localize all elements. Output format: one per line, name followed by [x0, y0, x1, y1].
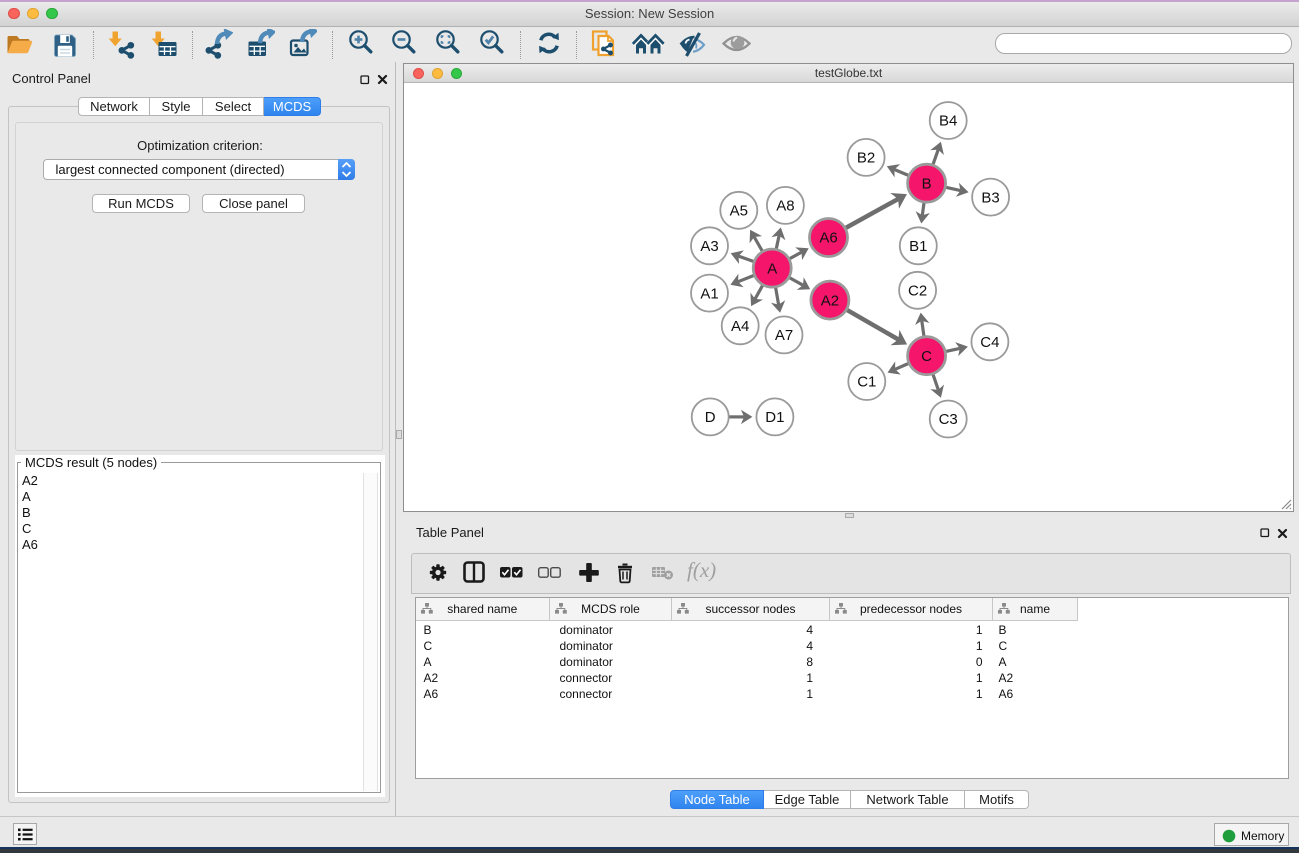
svg-text:B2: B2	[857, 150, 875, 167]
svg-text:C4: C4	[980, 334, 999, 351]
svg-text:D1: D1	[765, 409, 784, 426]
svg-text:A7: A7	[775, 327, 793, 344]
svg-text:A2: A2	[821, 292, 839, 309]
svg-text:A8: A8	[776, 198, 794, 215]
svg-text:A1: A1	[700, 285, 718, 302]
svg-text:A3: A3	[700, 238, 718, 255]
svg-text:A4: A4	[731, 318, 749, 335]
svg-text:C1: C1	[857, 374, 876, 391]
svg-text:C2: C2	[908, 283, 927, 300]
svg-text:B: B	[922, 175, 932, 192]
svg-text:A: A	[767, 260, 777, 277]
svg-text:C3: C3	[939, 411, 958, 428]
svg-text:B1: B1	[909, 238, 927, 255]
svg-text:D: D	[705, 409, 716, 426]
svg-text:A6: A6	[819, 230, 837, 247]
svg-text:C: C	[921, 348, 932, 365]
svg-text:B3: B3	[981, 189, 999, 206]
svg-text:A5: A5	[730, 203, 748, 220]
svg-text:B4: B4	[939, 113, 957, 130]
